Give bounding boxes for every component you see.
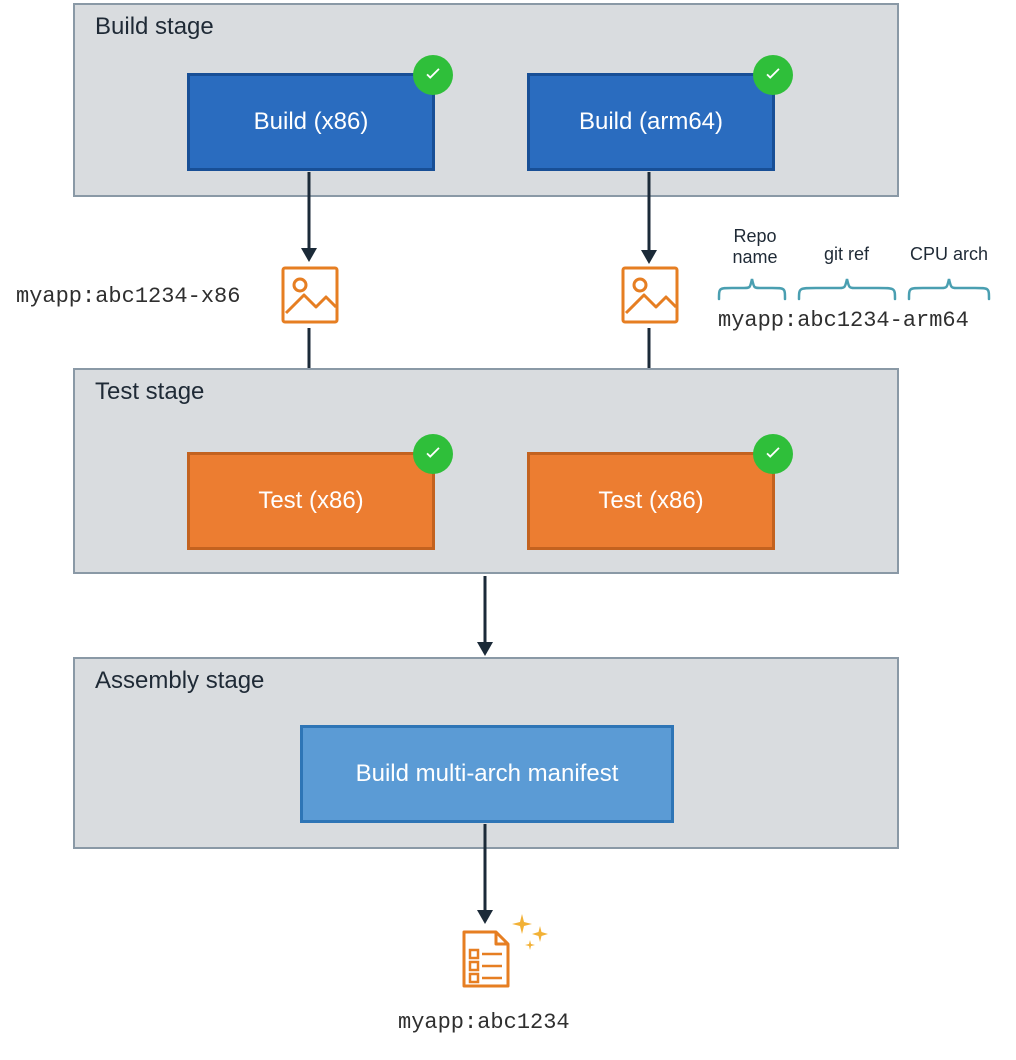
test-x86-left-label: Test (x86) bbox=[258, 487, 363, 515]
success-badge-icon bbox=[413, 55, 453, 95]
build-arm64-label: Build (arm64) bbox=[579, 108, 723, 136]
test-x86-right-job: Test (x86) bbox=[527, 452, 775, 550]
arrow-icon bbox=[477, 576, 493, 656]
build-x86-job: Build (x86) bbox=[187, 73, 435, 171]
container-image-icon bbox=[280, 265, 340, 325]
arrow-icon bbox=[301, 172, 317, 262]
annotation-repo-name: Reponame bbox=[720, 226, 790, 267]
arrow-icon bbox=[477, 824, 493, 924]
final-image-tag: myapp:abc1234 bbox=[398, 1010, 570, 1035]
brace-icon bbox=[716, 276, 788, 302]
build-stage: Build stage Build (x86) Build (arm64) bbox=[73, 3, 899, 197]
success-badge-icon bbox=[413, 434, 453, 474]
build-manifest-label: Build multi-arch manifest bbox=[356, 760, 619, 788]
container-image-icon bbox=[620, 265, 680, 325]
build-arm64-job: Build (arm64) bbox=[527, 73, 775, 171]
build-stage-title: Build stage bbox=[95, 13, 214, 41]
arrow-icon bbox=[641, 172, 657, 264]
assembly-stage: Assembly stage Build multi-arch manifest bbox=[73, 657, 899, 849]
build-x86-label: Build (x86) bbox=[254, 108, 369, 136]
brace-icon bbox=[796, 276, 898, 302]
success-badge-icon bbox=[753, 55, 793, 95]
build-manifest-job: Build multi-arch manifest bbox=[300, 725, 674, 823]
annotation-git-ref: git ref bbox=[824, 244, 869, 265]
x86-image-tag: myapp:abc1234-x86 bbox=[16, 284, 240, 309]
test-x86-right-label: Test (x86) bbox=[598, 487, 703, 515]
brace-icon bbox=[906, 276, 992, 302]
arm64-image-tag: myapp:abc1234-arm64 bbox=[718, 308, 969, 333]
assembly-stage-title: Assembly stage bbox=[95, 667, 264, 695]
test-x86-left-job: Test (x86) bbox=[187, 452, 435, 550]
pipeline-diagram: Build stage Build (x86) Build (arm64) my… bbox=[0, 0, 1016, 1060]
test-stage-title: Test stage bbox=[95, 378, 204, 406]
test-stage: Test stage Test (x86) Test (x86) bbox=[73, 368, 899, 574]
annotation-cpu-arch: CPU arch bbox=[910, 244, 988, 265]
sparkle-icon bbox=[510, 912, 550, 952]
manifest-file-icon bbox=[460, 928, 512, 990]
success-badge-icon bbox=[753, 434, 793, 474]
